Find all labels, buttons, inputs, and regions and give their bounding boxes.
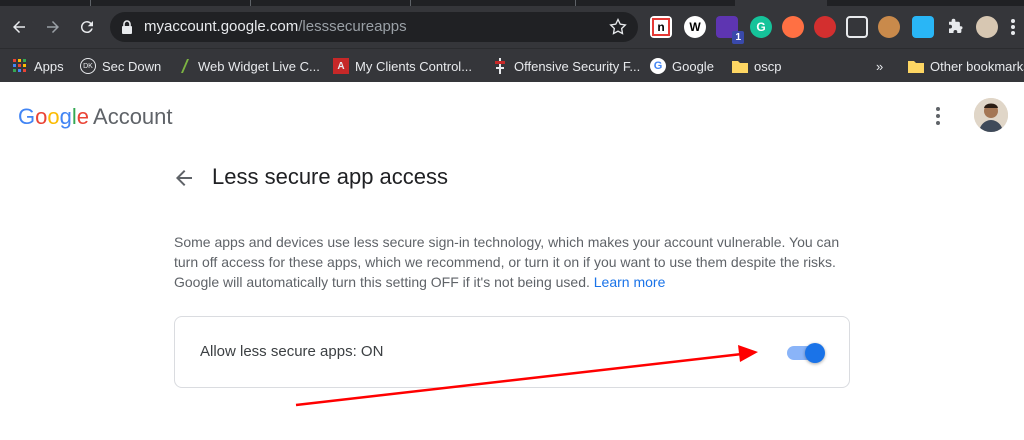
more-options-icon[interactable] [928, 104, 948, 128]
url-text: myaccount.google.com/lesssecureapps [144, 18, 407, 35]
logo-letter: e [76, 104, 90, 129]
bookmarks-bar: Apps DK Sec Down Web Widget Live C... A … [0, 48, 1024, 82]
address-bar[interactable]: myaccount.google.com/lesssecureapps [110, 12, 638, 42]
description-text: Some apps and devices use less secure si… [174, 232, 850, 292]
setting-card: Allow less secure apps: ON [174, 316, 850, 388]
browser-toolbar: myaccount.google.com/lesssecureapps n W … [0, 6, 1024, 48]
folder-icon [908, 58, 924, 74]
folder-icon [732, 58, 748, 74]
description-body: Some apps and devices use less secure si… [174, 234, 840, 290]
google-account-logo[interactable]: Google Account [18, 104, 173, 130]
user-photo-icon [974, 98, 1008, 132]
bookmark-label: Apps [34, 58, 64, 74]
bookmark-apps[interactable]: Apps [12, 49, 64, 83]
bookmark-oscp[interactable]: oscp [732, 49, 781, 83]
forward-button[interactable] [40, 14, 66, 40]
chrome-menu-icon[interactable] [1006, 16, 1020, 38]
grammarly-icon[interactable]: G [750, 16, 772, 38]
page-content: Google Account Less secure app access Som… [0, 82, 1024, 440]
stop-hand-icon[interactable] [814, 16, 836, 38]
arrow-left-icon [13, 21, 25, 33]
extension-badge: 1 [732, 31, 744, 44]
extension-n-icon[interactable]: n [650, 16, 672, 38]
bookmark-web-widget[interactable]: Web Widget Live C... [176, 49, 320, 83]
extension-w-icon[interactable]: W [684, 16, 706, 38]
logo-letter: o [47, 104, 60, 129]
arrow-right-icon [47, 21, 59, 33]
setting-label: Allow less secure apps: ON [200, 343, 384, 360]
apps-grid-icon [12, 58, 28, 74]
leaf-icon [176, 58, 192, 74]
cookie-icon[interactable] [878, 16, 900, 38]
bookmark-offensive-security[interactable]: Offensive Security F... [492, 49, 640, 83]
bookmark-sec-down[interactable]: DK Sec Down [80, 49, 161, 83]
reload-icon [80, 21, 93, 34]
bookmark-label: Other bookmarks [930, 58, 1024, 74]
url-path: /lesssecureapps [298, 18, 407, 35]
dk-logo-icon: DK [80, 58, 96, 74]
star-icon[interactable] [608, 17, 628, 37]
reload-button[interactable] [74, 14, 100, 40]
bookmark-label: Offensive Security F... [514, 58, 641, 74]
profile-avatar-icon[interactable] [976, 16, 998, 38]
pocket-icon[interactable] [846, 16, 868, 38]
offsec-icon [492, 58, 508, 74]
logo-account-text: Account [93, 104, 173, 129]
bookmark-google[interactable]: G Google [650, 49, 714, 83]
extension-hexagon-icon[interactable]: 1 [716, 16, 744, 44]
bookmark-label: My Clients Control... [355, 58, 473, 74]
learn-more-link[interactable]: Learn more [594, 274, 666, 290]
extension-square-icon[interactable] [912, 16, 934, 38]
a-logo-icon: A [333, 58, 349, 74]
back-button[interactable] [6, 14, 32, 40]
account-avatar[interactable] [974, 98, 1008, 132]
overflow-chevron-icon: » [876, 58, 884, 74]
bookmark-label: Google [672, 58, 714, 74]
google-g-icon: G [650, 58, 666, 74]
extension-face-icon[interactable] [782, 16, 804, 38]
page-title: Less secure app access [212, 164, 449, 189]
toggle-thumb [805, 343, 825, 363]
bookmark-my-clients[interactable]: A My Clients Control... [333, 49, 472, 83]
lock-icon [122, 20, 132, 34]
bookmark-label: Web Widget Live C... [198, 58, 320, 74]
bookmarks-overflow-button[interactable]: » [876, 49, 883, 83]
logo-letter: o [35, 104, 48, 129]
other-bookmarks-folder[interactable]: Other bookmarks [908, 49, 1024, 83]
url-host: myaccount.google.com [144, 18, 299, 35]
puzzle-icon[interactable] [944, 16, 966, 38]
bookmark-label: oscp [754, 58, 782, 74]
logo-letter: G [18, 104, 36, 129]
bookmark-label: Sec Down [102, 58, 162, 74]
back-arrow-icon[interactable] [172, 166, 196, 190]
logo-letter: g [59, 104, 72, 129]
less-secure-apps-toggle[interactable] [785, 341, 825, 363]
